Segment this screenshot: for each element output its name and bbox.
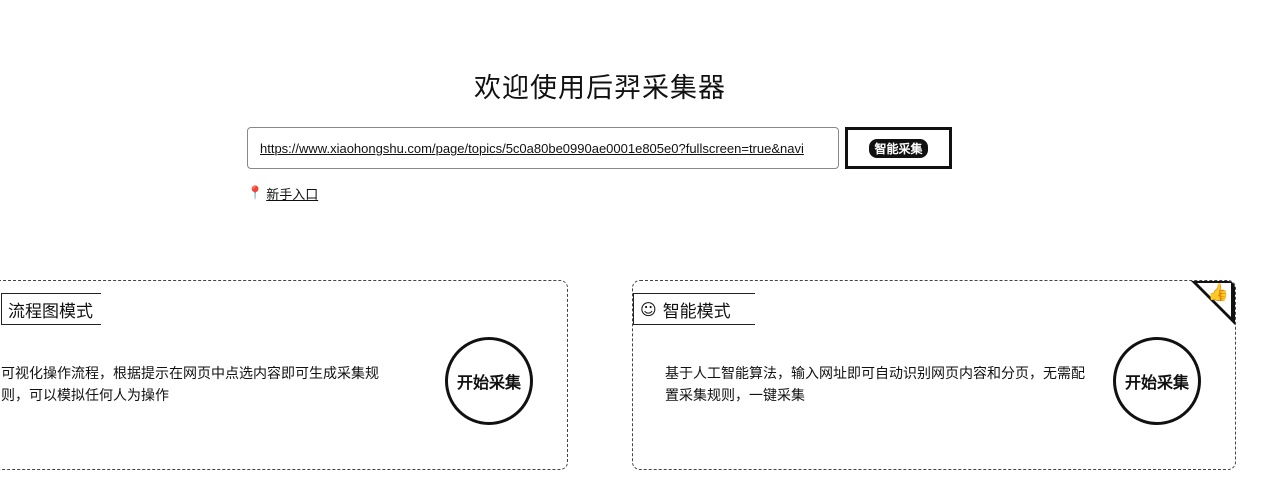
smart-mode-card: ☺ 智能模式 👍 基于人工智能算法，输入网址即可自动识别网页内容和分页，无需配置… <box>632 280 1236 470</box>
flowchart-mode-label: 流程图模式 <box>8 301 93 322</box>
pin-icon: 📍 <box>247 186 264 201</box>
url-field[interactable] <box>247 127 839 169</box>
smart-mode-label: 智能模式 <box>662 301 731 322</box>
url-input[interactable] <box>258 139 830 157</box>
flowchart-mode-description: 可视化操作流程，根据提示在网页中点选内容即可生成采集规则，可以模拟任何人为操作 <box>1 366 379 404</box>
start-flowchart-button[interactable]: 开始采集 <box>445 337 533 425</box>
flowchart-mode-tag: 流程图模式 <box>1 293 101 325</box>
robot-icon: ☺ <box>640 299 657 319</box>
smart-mode-tag: ☺ 智能模式 <box>633 293 755 325</box>
start-smart-button[interactable]: 开始采集 <box>1113 337 1201 425</box>
newbie-entry[interactable]: 📍 新手入口 <box>247 184 318 203</box>
thumbs-up-icon: 👍 <box>1207 283 1229 303</box>
smart-collect-label: 智能采集 <box>869 138 928 158</box>
smart-mode-description: 基于人工智能算法，输入网址即可自动识别网页内容和分页，无需配置采集规则，一键采集 <box>665 366 1085 404</box>
flowchart-mode-card: 流程图模式 可视化操作流程，根据提示在网页中点选内容即可生成采集规则，可以模拟任… <box>0 280 568 470</box>
newbie-link[interactable]: 新手入口 <box>266 184 318 203</box>
page-title: 欢迎使用后羿采集器 <box>474 73 726 104</box>
smart-collect-button[interactable]: 智能采集 <box>845 127 952 169</box>
